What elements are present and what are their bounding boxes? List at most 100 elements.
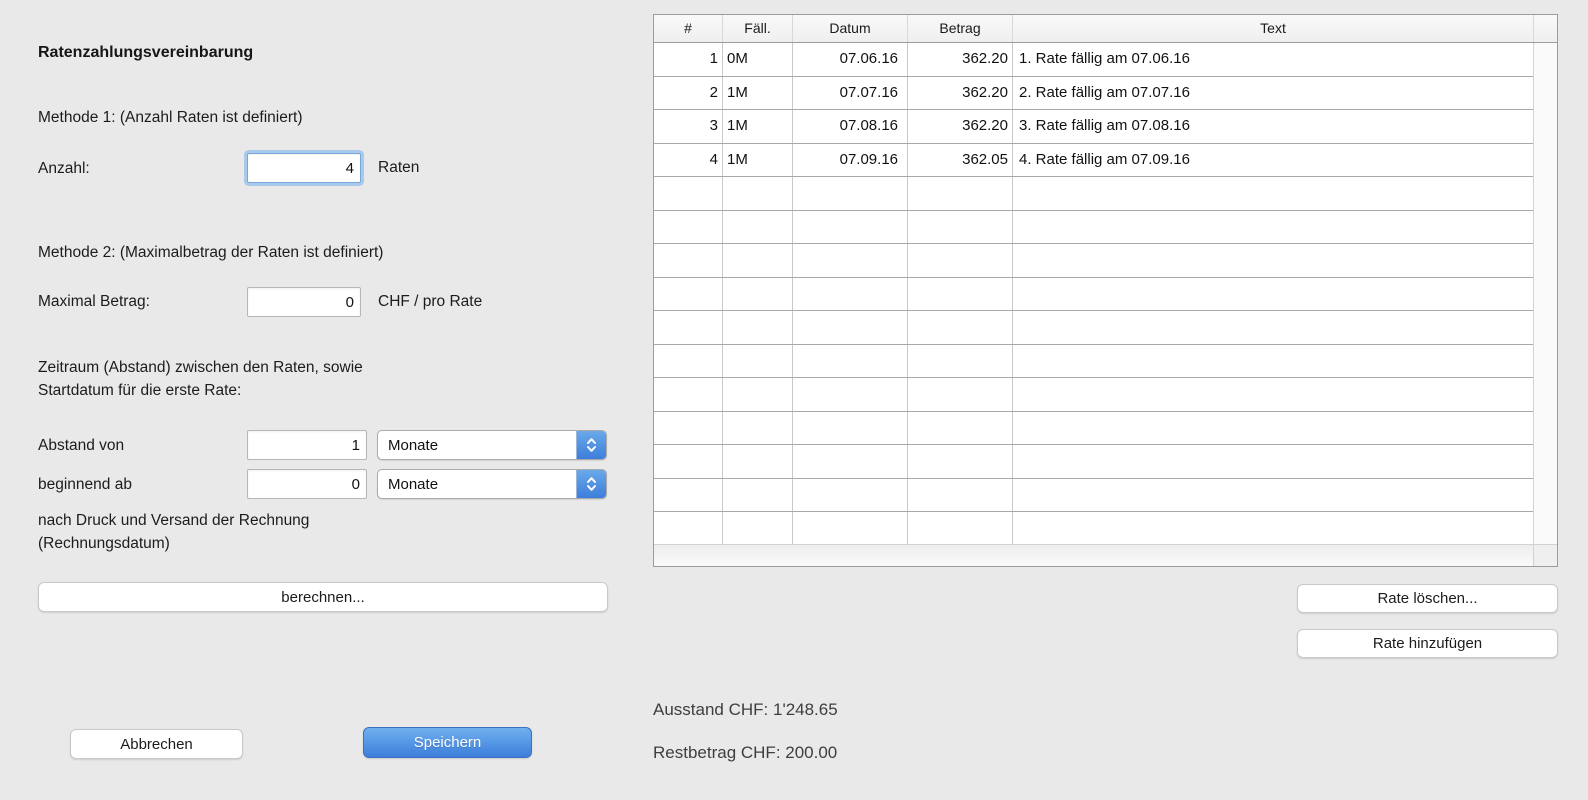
cell-datum: [793, 378, 908, 411]
beginnend-label: beginnend ab: [38, 470, 132, 500]
cell-nr: [654, 378, 723, 411]
up-down-chevrons-icon: [576, 431, 606, 459]
column-header-faell[interactable]: Fäll.: [723, 15, 793, 42]
cell-text: 3. Rate fällig am 07.08.16: [1013, 110, 1533, 143]
cell-faell: [723, 278, 793, 311]
table-row[interactable]: [654, 311, 1533, 345]
cell-text: 2. Rate fällig am 07.07.16: [1013, 77, 1533, 110]
horizontal-scrollbar[interactable]: [654, 544, 1533, 566]
cell-nr: 3: [654, 110, 723, 143]
table-row[interactable]: [654, 378, 1533, 412]
rate-table-body: 10M07.06.16362.201. Rate fällig am 07.06…: [654, 43, 1533, 544]
cell-datum: [793, 412, 908, 445]
cell-faell: [723, 378, 793, 411]
cell-datum: [793, 177, 908, 210]
cell-text: [1013, 177, 1533, 210]
ratenzahlung-dialog: Ratenzahlungsvereinbarung Methode 1: (An…: [0, 0, 1588, 800]
cell-text: 1. Rate fällig am 07.06.16: [1013, 43, 1533, 76]
cell-betrag: [908, 378, 1013, 411]
rate-hinzufuegen-button[interactable]: Rate hinzufügen: [1297, 629, 1558, 658]
rate-loeschen-button[interactable]: Rate löschen...: [1297, 584, 1558, 613]
cell-text: [1013, 211, 1533, 244]
cell-text: [1013, 345, 1533, 378]
cell-betrag: [908, 311, 1013, 344]
berechnen-button[interactable]: berechnen...: [38, 582, 608, 612]
cell-nr: 4: [654, 144, 723, 177]
cell-nr: [654, 244, 723, 277]
zeitraum-label-line1: Zeitraum (Abstand) zwischen den Raten, s…: [38, 356, 363, 379]
cell-text: [1013, 479, 1533, 512]
cell-datum: [793, 345, 908, 378]
table-row[interactable]: [654, 177, 1533, 211]
cell-faell: 1M: [723, 110, 793, 143]
table-row[interactable]: [654, 512, 1533, 544]
cell-betrag: [908, 445, 1013, 478]
table-header: #Fäll.DatumBetragText: [654, 15, 1557, 43]
cell-faell: [723, 177, 793, 210]
cell-nr: [654, 412, 723, 445]
zeitraum-label: Zeitraum (Abstand) zwischen den Raten, s…: [38, 356, 363, 402]
table-row[interactable]: [654, 412, 1533, 446]
cell-betrag: 362.20: [908, 110, 1013, 143]
table-row[interactable]: [654, 211, 1533, 245]
cell-faell: [723, 479, 793, 512]
beginnend-input[interactable]: [247, 469, 367, 499]
cell-betrag: [908, 512, 1013, 544]
vertical-scrollbar[interactable]: [1533, 43, 1557, 544]
cell-betrag: [908, 412, 1013, 445]
cell-datum: [793, 211, 908, 244]
table-row[interactable]: [654, 278, 1533, 312]
scrollbar-corner: [1533, 544, 1557, 566]
table-row[interactable]: [654, 445, 1533, 479]
dialog-title: Ratenzahlungsvereinbarung: [38, 44, 253, 62]
cell-datum: [793, 244, 908, 277]
cell-faell: [723, 244, 793, 277]
cell-betrag: [908, 479, 1013, 512]
cell-faell: [723, 311, 793, 344]
cell-text: [1013, 378, 1533, 411]
abbrechen-button[interactable]: Abbrechen: [70, 729, 243, 759]
method2-label: Methode 2: (Maximalbetrag der Raten ist …: [38, 244, 383, 262]
table-row[interactable]: [654, 244, 1533, 278]
cell-datum: [793, 479, 908, 512]
table-row[interactable]: 10M07.06.16362.201. Rate fällig am 07.06…: [654, 43, 1533, 77]
cell-betrag: [908, 345, 1013, 378]
cell-betrag: [908, 177, 1013, 210]
table-row[interactable]: [654, 345, 1533, 379]
anzahl-input[interactable]: [247, 153, 361, 183]
abstand-unit-select[interactable]: Monate: [377, 430, 607, 460]
column-header-betrag[interactable]: Betrag: [908, 15, 1013, 42]
table-row[interactable]: 41M07.09.16362.054. Rate fällig am 07.09…: [654, 144, 1533, 178]
cell-betrag: [908, 278, 1013, 311]
cell-datum: [793, 445, 908, 478]
table-row[interactable]: [654, 479, 1533, 513]
cell-nr: [654, 177, 723, 210]
abstand-input[interactable]: [247, 430, 367, 460]
restbetrag-label: Restbetrag CHF: 200.00: [653, 743, 837, 763]
method1-label: Methode 1: (Anzahl Raten ist definiert): [38, 109, 303, 127]
table-row[interactable]: 21M07.07.16362.202. Rate fällig am 07.07…: [654, 77, 1533, 111]
cell-text: [1013, 412, 1533, 445]
cell-datum: 07.06.16: [793, 43, 908, 76]
beginnend-unit-select[interactable]: Monate: [377, 469, 607, 499]
anzahl-unit-label: Raten: [378, 153, 419, 183]
column-header-text[interactable]: Text: [1013, 15, 1533, 42]
cell-nr: [654, 345, 723, 378]
max-betrag-unit-label: CHF / pro Rate: [378, 287, 482, 317]
cell-faell: 0M: [723, 43, 793, 76]
cell-datum: 07.09.16: [793, 144, 908, 177]
table-row[interactable]: 31M07.08.16362.203. Rate fällig am 07.08…: [654, 110, 1533, 144]
cell-faell: 1M: [723, 144, 793, 177]
max-betrag-input[interactable]: [247, 287, 361, 317]
cell-nr: [654, 211, 723, 244]
cell-text: 4. Rate fällig am 07.09.16: [1013, 144, 1533, 177]
speichern-button[interactable]: Speichern: [363, 727, 532, 758]
column-header-nr[interactable]: #: [654, 15, 723, 42]
cell-faell: 1M: [723, 77, 793, 110]
cell-nr: 2: [654, 77, 723, 110]
abstand-unit-value: Monate: [378, 437, 576, 454]
cell-faell: [723, 512, 793, 544]
zeitraum-label-line2: Startdatum für die erste Rate:: [38, 379, 363, 402]
cell-datum: [793, 512, 908, 544]
column-header-datum[interactable]: Datum: [793, 15, 908, 42]
